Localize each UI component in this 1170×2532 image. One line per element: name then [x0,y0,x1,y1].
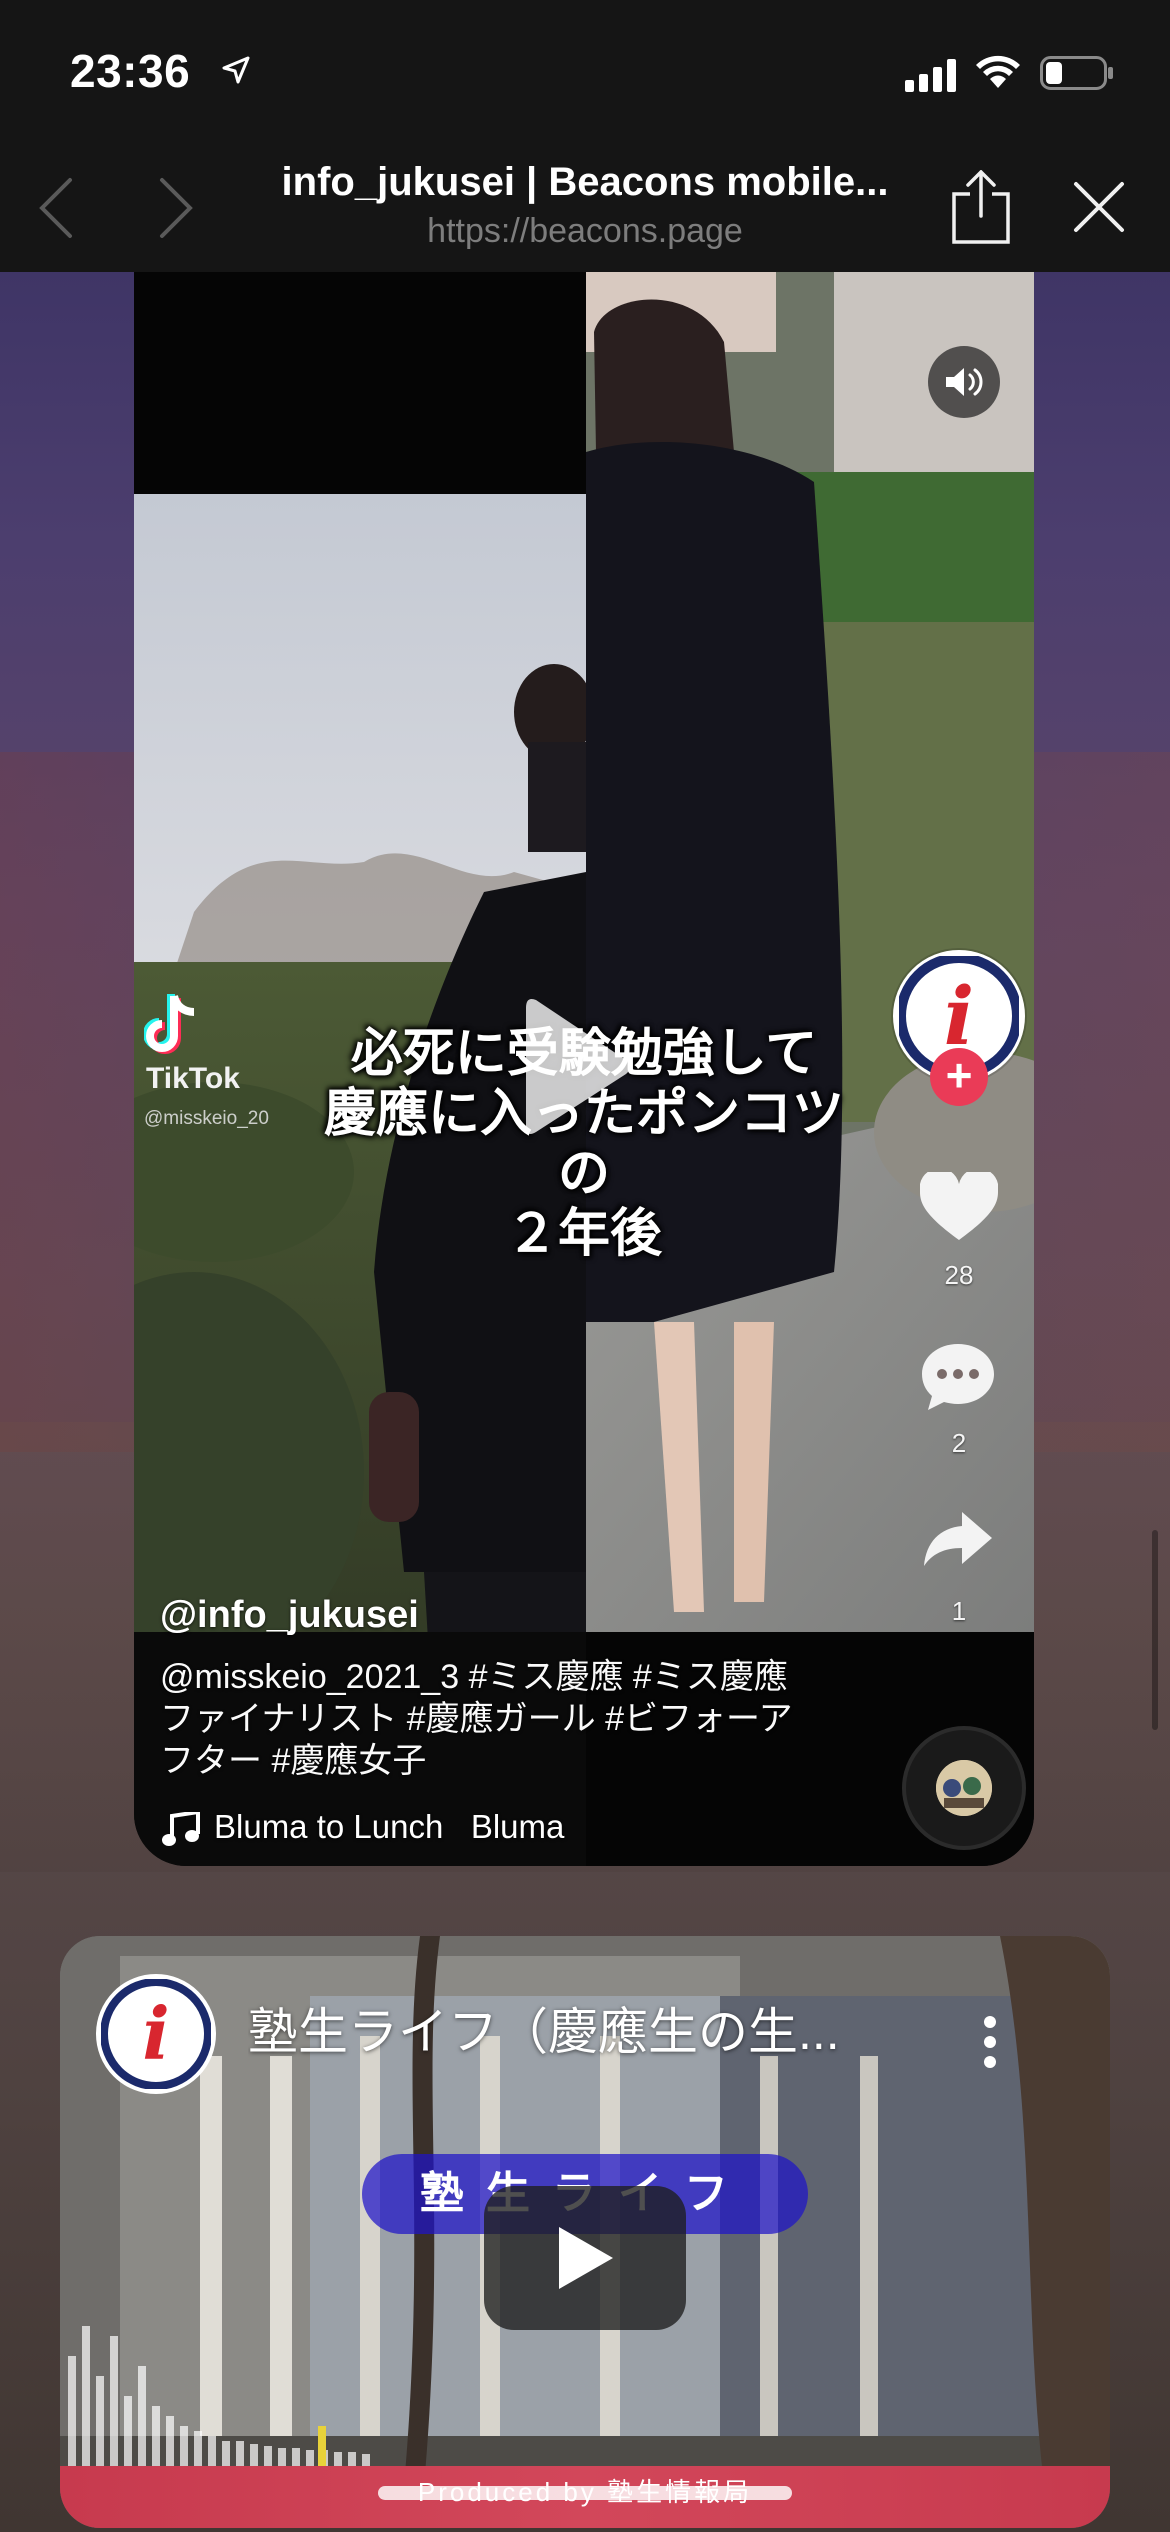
forward-chevron-icon[interactable] [156,176,196,240]
follow-plus-button[interactable]: + [930,1048,988,1106]
heart-icon[interactable] [920,1172,998,1242]
share-arrow-icon[interactable] [922,1510,994,1568]
play-icon [559,2227,613,2289]
close-icon[interactable] [1072,180,1126,234]
battery-icon [1040,56,1113,90]
album-art [936,1760,992,1816]
browser-toolbar: info_jukusei | Beacons mobile... https:/… [0,140,1170,272]
share-count: 1 [951,1596,967,1626]
svg-text:i: i [142,1991,169,2076]
tiktok-video-card[interactable]: TikTok @misskeio_20 必死に受験勉強して 慶應に入ったポンコツ… [134,272,1034,1866]
caption-line: の [557,1143,610,1204]
music-disc[interactable] [902,1726,1026,1850]
page-url[interactable]: https://beacons.page [260,212,910,251]
info-logo-icon: i [100,1978,212,2090]
home-indicator[interactable] [378,2486,792,2500]
speaker-icon [946,368,983,396]
music-note-icon [162,1812,200,1846]
video-author-username[interactable]: @info_jukusei [160,1594,419,1637]
tiktok-logo-icon [144,994,195,1054]
youtube-video-title[interactable]: 塾生ライフ（慶應生の生... [248,1992,888,2064]
volume-button[interactable] [928,346,1000,418]
tiktok-wordmark: TikTok [146,1062,240,1095]
music-track-label[interactable]: Bluma to Lunch Bluma [214,1808,564,1846]
wifi-icon [976,55,1020,88]
page-title: info_jukusei | Beacons mobile... [281,160,889,204]
youtube-play-button[interactable] [484,2186,686,2330]
play-icon[interactable] [522,992,632,1142]
share-icon[interactable] [950,170,1012,244]
more-vertical-icon[interactable] [982,2014,998,2070]
like-count: 28 [944,1260,974,1290]
location-arrow-icon [222,56,250,84]
youtube-video-card[interactable]: i 塾生ライフ（慶應生の生... 塾生ライフ Produced by 塾生情報局 [60,1936,1110,2528]
scroll-indicator [1152,1530,1158,1730]
status-bar: 23:36 [0,0,1170,140]
channel-avatar[interactable]: i [96,1974,216,2094]
video-description: @misskeio_2021_3 #ミス慶應 #ミス慶應ファイナリスト #慶應ガ… [160,1658,793,1780]
comment-icon[interactable] [920,1342,996,1412]
caption-line: ２年後 [505,1203,662,1264]
status-time: 23:36 [70,45,191,97]
tiktok-watermark: @misskeio_20 [144,1108,269,1129]
comment-count: 2 [951,1428,967,1458]
back-chevron-icon[interactable] [36,176,76,240]
cellular-signal-icon [905,59,956,92]
